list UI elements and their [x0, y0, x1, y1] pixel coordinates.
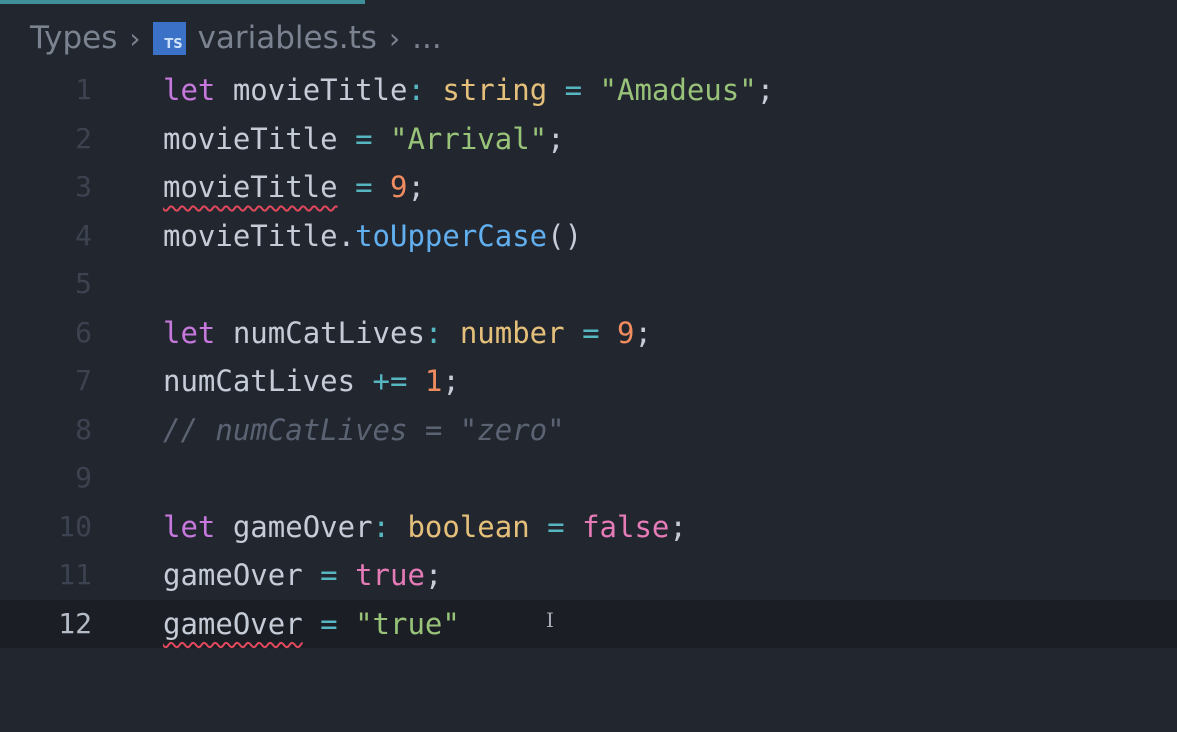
- code-editor[interactable]: Types › TS variables.ts › ... 1 let movie…: [0, 0, 1177, 732]
- line-number: 2: [75, 121, 92, 155]
- code-line[interactable]: 9: [0, 454, 1177, 503]
- code-token: ;: [634, 315, 652, 350]
- code-token: 9: [617, 315, 635, 350]
- code-token: :: [372, 509, 390, 544]
- code-token: gameOver: [215, 509, 373, 544]
- line-number: 3: [75, 170, 92, 203]
- code-token: .: [337, 218, 356, 253]
- code-line[interactable]: 11 gameOver = true;: [0, 551, 1177, 600]
- line-number: 7: [75, 364, 92, 397]
- line-number: 1: [75, 73, 92, 106]
- code-token: "true": [355, 606, 460, 641]
- code-token: :: [407, 73, 425, 107]
- text-cursor-icon: I: [546, 607, 554, 632]
- error-token: movieTitle: [163, 170, 338, 204]
- code-line[interactable]: 2 movieTitle = "Arrival";: [0, 115, 1177, 164]
- code-line[interactable]: 3 movieTitle = 9;: [0, 163, 1177, 212]
- line-number: 11: [58, 558, 92, 591]
- line-number: 9: [75, 461, 92, 494]
- code-token: =: [337, 170, 390, 204]
- code-token: (): [547, 218, 583, 253]
- line-number: 5: [75, 267, 92, 300]
- line-number: 4: [75, 218, 92, 252]
- chevron-right-icon: ›: [388, 21, 401, 55]
- code-token: =: [529, 509, 583, 544]
- line-source[interactable]: movieTitle = "Arrival";: [163, 115, 565, 164]
- line-source[interactable]: let movieTitle: string = "Amadeus";: [163, 66, 774, 115]
- line-source[interactable]: let gameOver: boolean = false;: [163, 503, 687, 552]
- code-token: number: [459, 315, 565, 350]
- code-token: ;: [442, 364, 460, 398]
- code-token: +=: [355, 364, 425, 398]
- code-token: ;: [547, 121, 565, 156]
- line-number: 12: [58, 606, 92, 640]
- code-token: movieTitle: [163, 121, 338, 156]
- code-token: false: [582, 509, 670, 544]
- code-token: toUpperCase: [355, 218, 548, 253]
- code-token: =: [337, 121, 390, 156]
- breadcrumb-file[interactable]: variables.ts: [198, 20, 377, 56]
- code-token: true: [355, 558, 425, 592]
- code-line[interactable]: 5: [0, 260, 1177, 309]
- code-token: ;: [756, 73, 775, 107]
- code-token: ;: [407, 170, 425, 204]
- code-token: let: [163, 73, 216, 107]
- code-token: =: [302, 606, 356, 641]
- line-number: 8: [75, 412, 92, 446]
- code-token: movieTitle: [215, 73, 408, 107]
- code-token: ;: [669, 509, 687, 544]
- code-token: "Amadeus": [599, 73, 757, 107]
- active-tab-indicator: [0, 0, 365, 4]
- line-source[interactable]: movieTitle.toUpperCase(): [163, 212, 582, 261]
- breadcrumb: Types › TS variables.ts › ...: [30, 16, 442, 60]
- code-token: =: [547, 73, 600, 107]
- line-source[interactable]: // numCatLives = "zero": [163, 406, 565, 455]
- code-token: let: [163, 509, 216, 544]
- chevron-right-icon: ›: [129, 21, 141, 55]
- code-line[interactable]: 12 gameOver = "true" I: [0, 599, 1177, 649]
- breadcrumb-folder[interactable]: Types: [30, 20, 117, 56]
- code-line[interactable]: 1 let movieTitle: string = "Amadeus";: [0, 66, 1177, 115]
- line-source[interactable]: numCatLives += 1;: [163, 357, 460, 406]
- code-token: let: [163, 315, 216, 350]
- line-source[interactable]: movieTitle = 9;: [163, 163, 425, 212]
- code-token: movieTitle: [163, 218, 338, 253]
- line-number: 10: [58, 509, 92, 543]
- code-token: gameOver: [163, 558, 303, 592]
- code-line[interactable]: 8 // numCatLives = "zero": [0, 406, 1177, 455]
- breadcrumb-more[interactable]: ...: [412, 20, 442, 56]
- line-number: 6: [75, 315, 92, 349]
- code-token: // numCatLives = "zero": [163, 412, 565, 447]
- code-token: numCatLives: [163, 364, 356, 398]
- code-token: 1: [424, 364, 443, 398]
- code-token: =: [564, 315, 617, 350]
- code-token: "Arrival": [390, 121, 548, 156]
- code-token: 9: [390, 170, 408, 204]
- code-line[interactable]: 10 let gameOver: boolean = false;: [0, 503, 1177, 552]
- error-token: gameOver: [163, 606, 303, 641]
- code-area[interactable]: 1 let movieTitle: string = "Amadeus"; 2 mov…: [0, 66, 1177, 648]
- code-token: boolean: [407, 509, 530, 544]
- code-line[interactable]: 6 let numCatLives: number = 9;: [0, 309, 1177, 358]
- line-source[interactable]: gameOver = true;: [163, 551, 442, 600]
- line-source[interactable]: let numCatLives: number = 9;: [163, 309, 652, 358]
- code-token: ;: [424, 558, 443, 592]
- code-line[interactable]: 4 movieTitle.toUpperCase(): [0, 212, 1177, 261]
- typescript-file-icon: TS: [152, 21, 186, 55]
- code-token: string: [442, 73, 548, 107]
- code-token: =: [302, 558, 356, 592]
- code-token: numCatLives: [215, 315, 425, 350]
- code-line[interactable]: 7 numCatLives += 1;: [0, 357, 1177, 406]
- line-source[interactable]: gameOver = "true": [163, 600, 460, 649]
- code-token: :: [424, 315, 443, 350]
